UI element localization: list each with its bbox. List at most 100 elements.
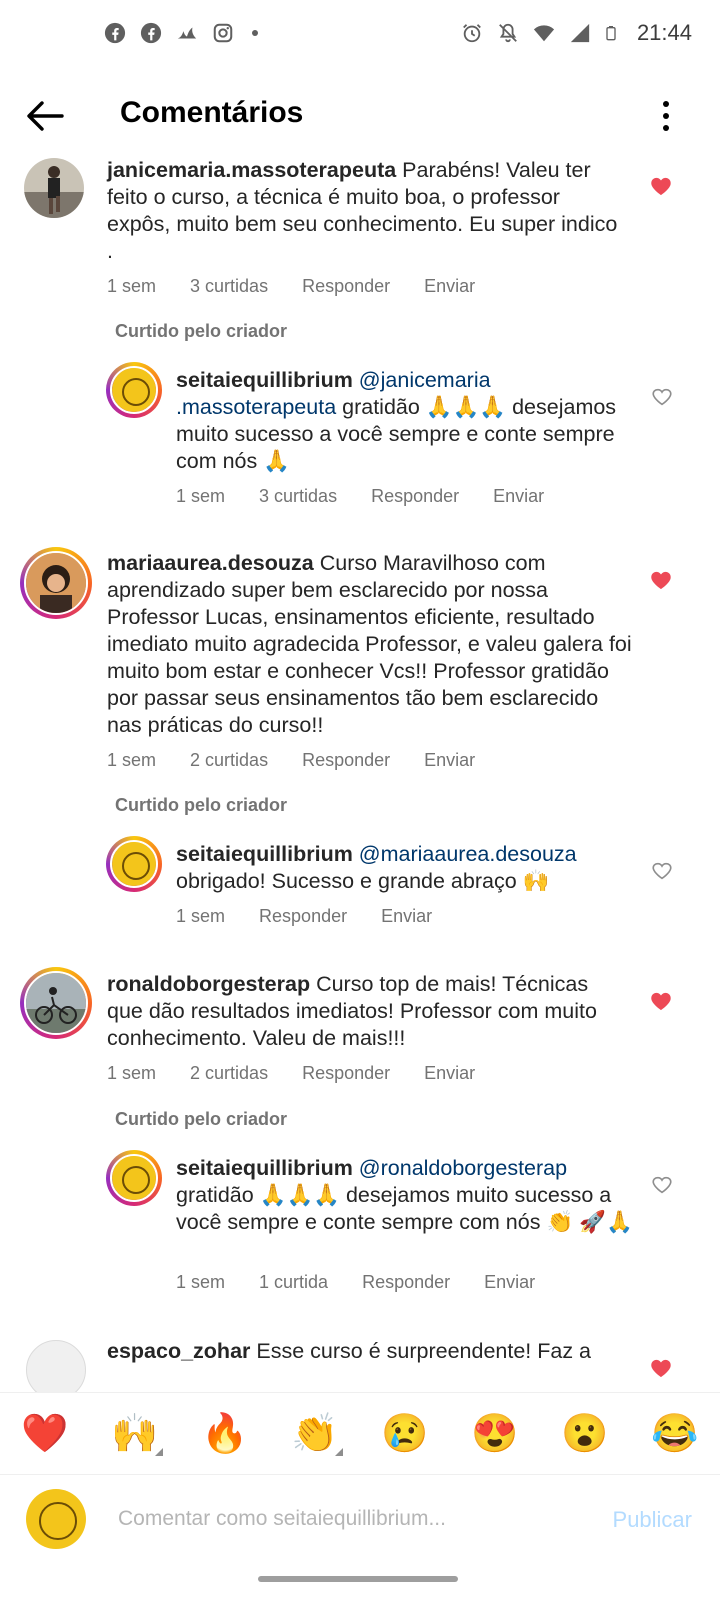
back-button[interactable] — [22, 94, 66, 138]
wifi-icon — [533, 25, 555, 42]
emoji-crying-button[interactable]: 😢 — [375, 1412, 435, 1456]
emoji-clap: 👏 — [291, 1412, 339, 1455]
emoji-surprised-button[interactable]: 😮 — [555, 1412, 615, 1456]
comment-username[interactable]: janicemaria.massoterapeuta — [107, 158, 396, 182]
comment-text: ronaldoborgesterap Curso top de mais! Té… — [107, 971, 627, 1052]
system-icons: 21:44 — [461, 20, 692, 46]
home-indicator[interactable] — [258, 1576, 458, 1582]
send-button[interactable]: Enviar — [424, 750, 475, 771]
emoji-raised-hands-button[interactable]: 🙌 — [105, 1412, 165, 1456]
mention-link[interactable]: @mariaaurea.desouza — [353, 842, 577, 866]
likes-count[interactable]: 3 curtidas — [259, 486, 337, 507]
comment-time: 1 sem — [176, 486, 226, 506]
likes-count[interactable]: 2 curtidas — [190, 750, 268, 771]
reply-button[interactable]: Responder — [302, 1063, 390, 1084]
comment-input[interactable] — [118, 1499, 588, 1539]
comment-text: mariaaurea.desouza Curso Maravilhoso com… — [107, 550, 632, 739]
send-button[interactable]: Enviar — [424, 276, 475, 297]
quick-emoji-bar: ❤️ 🙌 🔥 👏 😢 😍 😮 😂 — [0, 1392, 720, 1474]
reply-button[interactable]: Responder — [302, 276, 390, 297]
liked-by-creator-label: Curtido pelo criador — [115, 1109, 288, 1129]
comment-composer: Publicar — [0, 1474, 720, 1564]
comments-list[interactable]: janicemaria.massoterapeuta Parabéns! Val… — [0, 150, 720, 1393]
clock: 21:44 — [636, 20, 692, 45]
comment-username[interactable]: seitaiequillibrium — [176, 368, 353, 392]
page-title: Comentários — [120, 96, 304, 129]
comment-body: gratidão 🙏🙏🙏 desejamos muito sucesso a v… — [176, 1183, 633, 1234]
comment-username[interactable]: seitaiequillibrium — [176, 842, 353, 866]
emoji-heart-button[interactable]: ❤️ — [15, 1412, 75, 1456]
comment-text: seitaiequillibrium @mariaaurea.desouza o… — [176, 841, 636, 895]
comment-time: 1 sem — [107, 1063, 157, 1083]
heart-filled-icon[interactable] — [650, 176, 672, 196]
send-button[interactable]: Enviar — [484, 1272, 535, 1293]
seitai-logo-icon — [112, 368, 156, 412]
mute-icon — [499, 23, 517, 43]
send-button[interactable]: Enviar — [424, 1063, 475, 1084]
send-button[interactable]: Enviar — [381, 906, 432, 927]
comment-meta: 1 sem 2 curtidas Responder Enviar — [107, 750, 509, 771]
comment-meta: 1 sem 3 curtidas Responder Enviar — [176, 486, 578, 507]
avatar[interactable] — [106, 362, 162, 418]
comment-time: 1 sem — [176, 906, 226, 926]
comment-body: Curso Maravilhoso com aprendizado super … — [107, 551, 632, 737]
facebook-icon — [140, 22, 162, 44]
emoji-laughing-button[interactable]: 😂 — [645, 1412, 705, 1456]
reply-button[interactable]: Responder — [371, 486, 459, 507]
facebook-icon — [104, 22, 126, 44]
likes-count[interactable]: 3 curtidas — [190, 276, 268, 297]
heart-outline-icon[interactable] — [652, 1176, 672, 1194]
send-button[interactable]: Enviar — [493, 486, 544, 507]
reply-button[interactable]: Responder — [362, 1272, 450, 1293]
status-bar: 21:44 — [0, 0, 720, 70]
avatar[interactable] — [106, 1150, 162, 1206]
runner-photo-icon — [24, 158, 84, 218]
app-icon — [177, 27, 197, 39]
dot-icon — [252, 30, 258, 36]
heart-filled-icon[interactable] — [650, 570, 672, 590]
comment-username[interactable]: ronaldoborgesterap — [107, 972, 310, 996]
comment-username[interactable]: mariaaurea.desouza — [107, 551, 314, 575]
avatar[interactable] — [24, 158, 84, 218]
comment-text: seitaiequillibrium @janicemaria .massote… — [176, 367, 636, 475]
skin-tone-indicator — [335, 1447, 343, 1456]
avatar — [26, 1489, 86, 1549]
seitai-logo-icon — [112, 1156, 156, 1200]
reply-button[interactable]: Responder — [302, 750, 390, 771]
emoji-raised-hands: 🙌 — [111, 1412, 159, 1455]
avatar[interactable] — [26, 1340, 86, 1393]
emoji-fire-button[interactable]: 🔥 — [195, 1412, 255, 1456]
notification-icons — [104, 22, 258, 44]
comment-username[interactable]: espaco_zohar — [107, 1339, 250, 1363]
heart-outline-icon[interactable] — [652, 388, 672, 406]
profile-photo-icon — [26, 553, 86, 613]
heart-outline-icon[interactable] — [652, 862, 672, 880]
emoji-clap-button[interactable]: 👏 — [285, 1412, 345, 1456]
heart-filled-icon[interactable] — [650, 1358, 672, 1378]
publish-button[interactable]: Publicar — [613, 1507, 692, 1533]
comment-time: 1 sem — [176, 1272, 226, 1292]
comment-meta: 1 sem Responder Enviar — [176, 906, 466, 927]
emoji-heart-eyes-button[interactable]: 😍 — [465, 1412, 525, 1456]
likes-count[interactable]: 2 curtidas — [190, 1063, 268, 1084]
comment-text: espaco_zohar Esse curso é surpreendente!… — [107, 1338, 627, 1365]
liked-by-creator-label: Curtido pelo criador — [115, 321, 288, 341]
avatar[interactable] — [106, 836, 162, 892]
seitai-logo-icon — [112, 842, 156, 886]
signal-icon — [570, 23, 590, 43]
comment-time: 1 sem — [107, 276, 157, 296]
comment-body: Esse curso é surpreendente! Faz a — [250, 1339, 592, 1363]
reply-button[interactable]: Responder — [259, 906, 347, 927]
likes-count[interactable]: 1 curtida — [259, 1272, 328, 1293]
heart-filled-icon[interactable] — [650, 991, 672, 1011]
comment-body: obrigado! Sucesso e grande abraço 🙌 — [176, 869, 550, 893]
more-options-button[interactable] — [656, 96, 676, 136]
alarm-icon — [463, 24, 481, 43]
app-header: Comentários — [0, 80, 720, 152]
avatar[interactable] — [20, 547, 92, 619]
avatar[interactable] — [20, 967, 92, 1039]
comment-text: janicemaria.massoterapeuta Parabéns! Val… — [107, 157, 627, 265]
instagram-icon — [213, 23, 233, 43]
mention-link[interactable]: @ronaldoborgesterap — [353, 1156, 567, 1180]
comment-username[interactable]: seitaiequillibrium — [176, 1156, 353, 1180]
